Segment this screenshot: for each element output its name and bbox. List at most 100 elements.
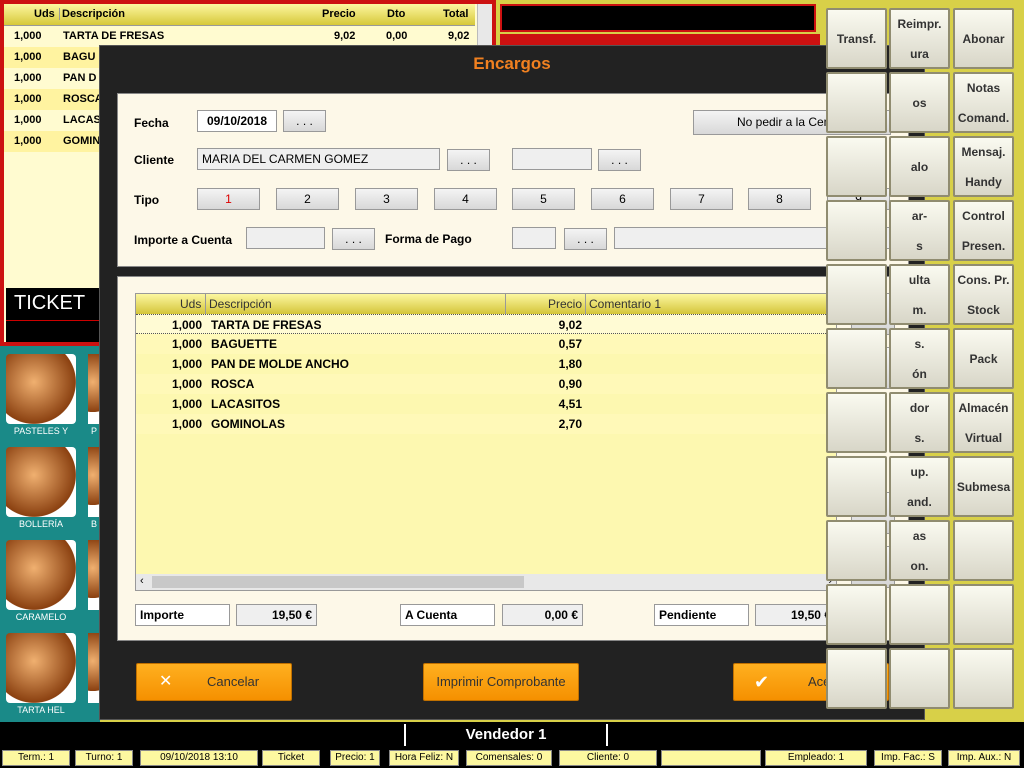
tipo-button-3[interactable]: 3 — [355, 188, 418, 210]
function-button-label: up. and. — [907, 464, 932, 509]
forma-pago-button[interactable]: . . . — [564, 228, 607, 250]
function-button[interactable] — [953, 584, 1014, 645]
cliente-search-button[interactable]: . . . — [447, 149, 490, 171]
cancel-button[interactable]: ✕ Cancelar — [136, 663, 292, 701]
forma-pago-code-field[interactable] — [512, 227, 556, 249]
tipo-button-8[interactable]: 8 — [748, 188, 811, 210]
importe-cuenta-field[interactable] — [246, 227, 325, 249]
function-button-label: Notas Comand. — [957, 80, 1010, 125]
ticket-row-desc: PAN D — [63, 72, 97, 84]
function-button[interactable]: alo — [889, 136, 950, 197]
function-button[interactable] — [826, 136, 887, 197]
category-image[interactable] — [6, 354, 76, 424]
acuenta-value: 0,00 € — [502, 604, 583, 626]
function-button[interactable] — [826, 584, 887, 645]
grid-row-desc: BAGUETTE — [211, 337, 277, 351]
grid-hscrollbar[interactable]: ‹ › — [136, 574, 836, 590]
function-button[interactable]: os — [889, 72, 950, 133]
function-button[interactable]: Pack — [953, 328, 1014, 389]
ticket-row-desc: LACAS — [63, 114, 101, 126]
function-button[interactable] — [826, 456, 887, 517]
function-button[interactable]: Notas Comand. — [953, 72, 1014, 133]
function-button[interactable]: s. ón — [889, 328, 950, 389]
importe-cuenta-button[interactable]: . . . — [332, 228, 375, 250]
function-button[interactable]: dor s. — [889, 392, 950, 453]
grid-row-uds: 1,000 — [171, 357, 202, 371]
scroll-thumb[interactable] — [152, 576, 524, 588]
ticket-row[interactable]: 1,000 TARTA DE FRESAS 9,02 0,00 9,02 — [4, 26, 475, 47]
function-button[interactable]: Cons. Pr. Stock — [953, 264, 1014, 325]
function-button[interactable] — [826, 264, 887, 325]
function-button[interactable]: Transf. — [826, 8, 887, 69]
status-item: Comensales: 0 — [466, 750, 552, 766]
function-button[interactable]: Mensaj. Handy — [953, 136, 1014, 197]
grid-row-uds: 1,000 — [171, 337, 202, 351]
tipo-button-7[interactable]: 7 — [670, 188, 733, 210]
function-button[interactable]: Control Presen. — [953, 200, 1014, 261]
function-button-label: ulta m. — [908, 272, 931, 317]
cliente-code-field[interactable] — [512, 148, 592, 170]
encargos-dialog: Encargos Fecha 09/10/2018 . . . No pedir… — [99, 45, 925, 720]
grid-header: Uds Descripción Precio Comentario 1 — [136, 294, 836, 314]
grid-row[interactable]: 1,000 LACASITOS 4,51 — [136, 394, 836, 414]
function-button[interactable]: Submesa — [953, 456, 1014, 517]
tipo-button-2[interactable]: 2 — [276, 188, 339, 210]
function-button[interactable] — [826, 72, 887, 133]
grid-row-uds: 1,000 — [171, 377, 202, 391]
cliente-field[interactable]: MARIA DEL CARMEN GOMEZ — [197, 148, 440, 170]
function-button[interactable]: ulta m. — [889, 264, 950, 325]
function-button[interactable] — [953, 648, 1014, 709]
fecha-picker-button[interactable]: . . . — [283, 110, 326, 132]
function-button[interactable]: Abonar — [953, 8, 1014, 69]
category-image[interactable] — [6, 447, 76, 517]
fecha-field[interactable]: 09/10/2018 — [197, 110, 277, 132]
function-button[interactable]: as on. — [889, 520, 950, 581]
function-button[interactable] — [953, 520, 1014, 581]
grid-row[interactable]: 1,000 BAGUETTE 0,57 — [136, 334, 836, 354]
grid-col-desc: Descripción — [209, 297, 272, 311]
status-item: Precio: 1 — [330, 750, 380, 766]
function-button[interactable] — [826, 392, 887, 453]
cliente-code-button[interactable]: . . . — [598, 149, 641, 171]
grid-col-comentario: Comentario 1 — [589, 297, 662, 311]
grid-row-uds: 1,000 — [171, 318, 202, 332]
ticket-row-total: 9,02 — [448, 30, 470, 42]
category-panel: PASTELES Y BOLLERÍA CARAMELO TARTA HEL P B — [0, 346, 100, 722]
vendor-label: Vendedor 1 — [404, 724, 608, 746]
category-image[interactable] — [6, 540, 76, 610]
function-button[interactable] — [889, 584, 950, 645]
function-button[interactable]: Almacén Virtual — [953, 392, 1014, 453]
function-button-label: Almacén Virtual — [958, 400, 1009, 445]
grid-row[interactable]: 1,000 GOMINOLAS 2,70 — [136, 414, 836, 434]
function-button[interactable] — [826, 200, 887, 261]
scroll-left-icon[interactable]: ‹ — [140, 575, 144, 587]
function-button[interactable]: ar- s — [889, 200, 950, 261]
function-button[interactable] — [889, 648, 950, 709]
function-button[interactable]: Reimpr. ura — [889, 8, 950, 69]
function-button[interactable] — [826, 328, 887, 389]
grid-row-desc: LACASITOS — [211, 397, 281, 411]
grid-row[interactable]: 1,000 PAN DE MOLDE ANCHO 1,80 — [136, 354, 836, 374]
function-button[interactable] — [826, 520, 887, 581]
ticket-label: TICKET — [6, 288, 100, 320]
grid-row[interactable]: 1,000 TARTA DE FRESAS 9,02 — [136, 314, 836, 334]
ticket-row-desc: GOMIN — [63, 135, 101, 147]
function-button-label: Cons. Pr. Stock — [957, 272, 1010, 317]
grid-row-precio: 0,57 — [558, 337, 582, 351]
tipo-button-4[interactable]: 4 — [434, 188, 497, 210]
tipo-button-1[interactable]: 1 — [197, 188, 260, 210]
status-item: Cliente: 0 — [559, 750, 657, 766]
cliente-label: Cliente — [134, 153, 175, 167]
tipo-button-6[interactable]: 6 — [591, 188, 654, 210]
function-button-label: Abonar — [962, 31, 1005, 46]
function-button-label: Pack — [969, 351, 998, 366]
lines-grid[interactable]: Uds Descripción Precio Comentario 1 1,00… — [135, 293, 837, 591]
tipo-button-5[interactable]: 5 — [512, 188, 575, 210]
category-image[interactable] — [6, 633, 76, 703]
fecha-label: Fecha — [134, 116, 169, 130]
print-receipt-button[interactable]: Imprimir Comprobante — [423, 663, 579, 701]
function-button[interactable]: up. and. — [889, 456, 950, 517]
grid-row[interactable]: 1,000 ROSCA 0,90 — [136, 374, 836, 394]
function-button-label: s. ón — [912, 336, 927, 381]
function-button[interactable] — [826, 648, 887, 709]
